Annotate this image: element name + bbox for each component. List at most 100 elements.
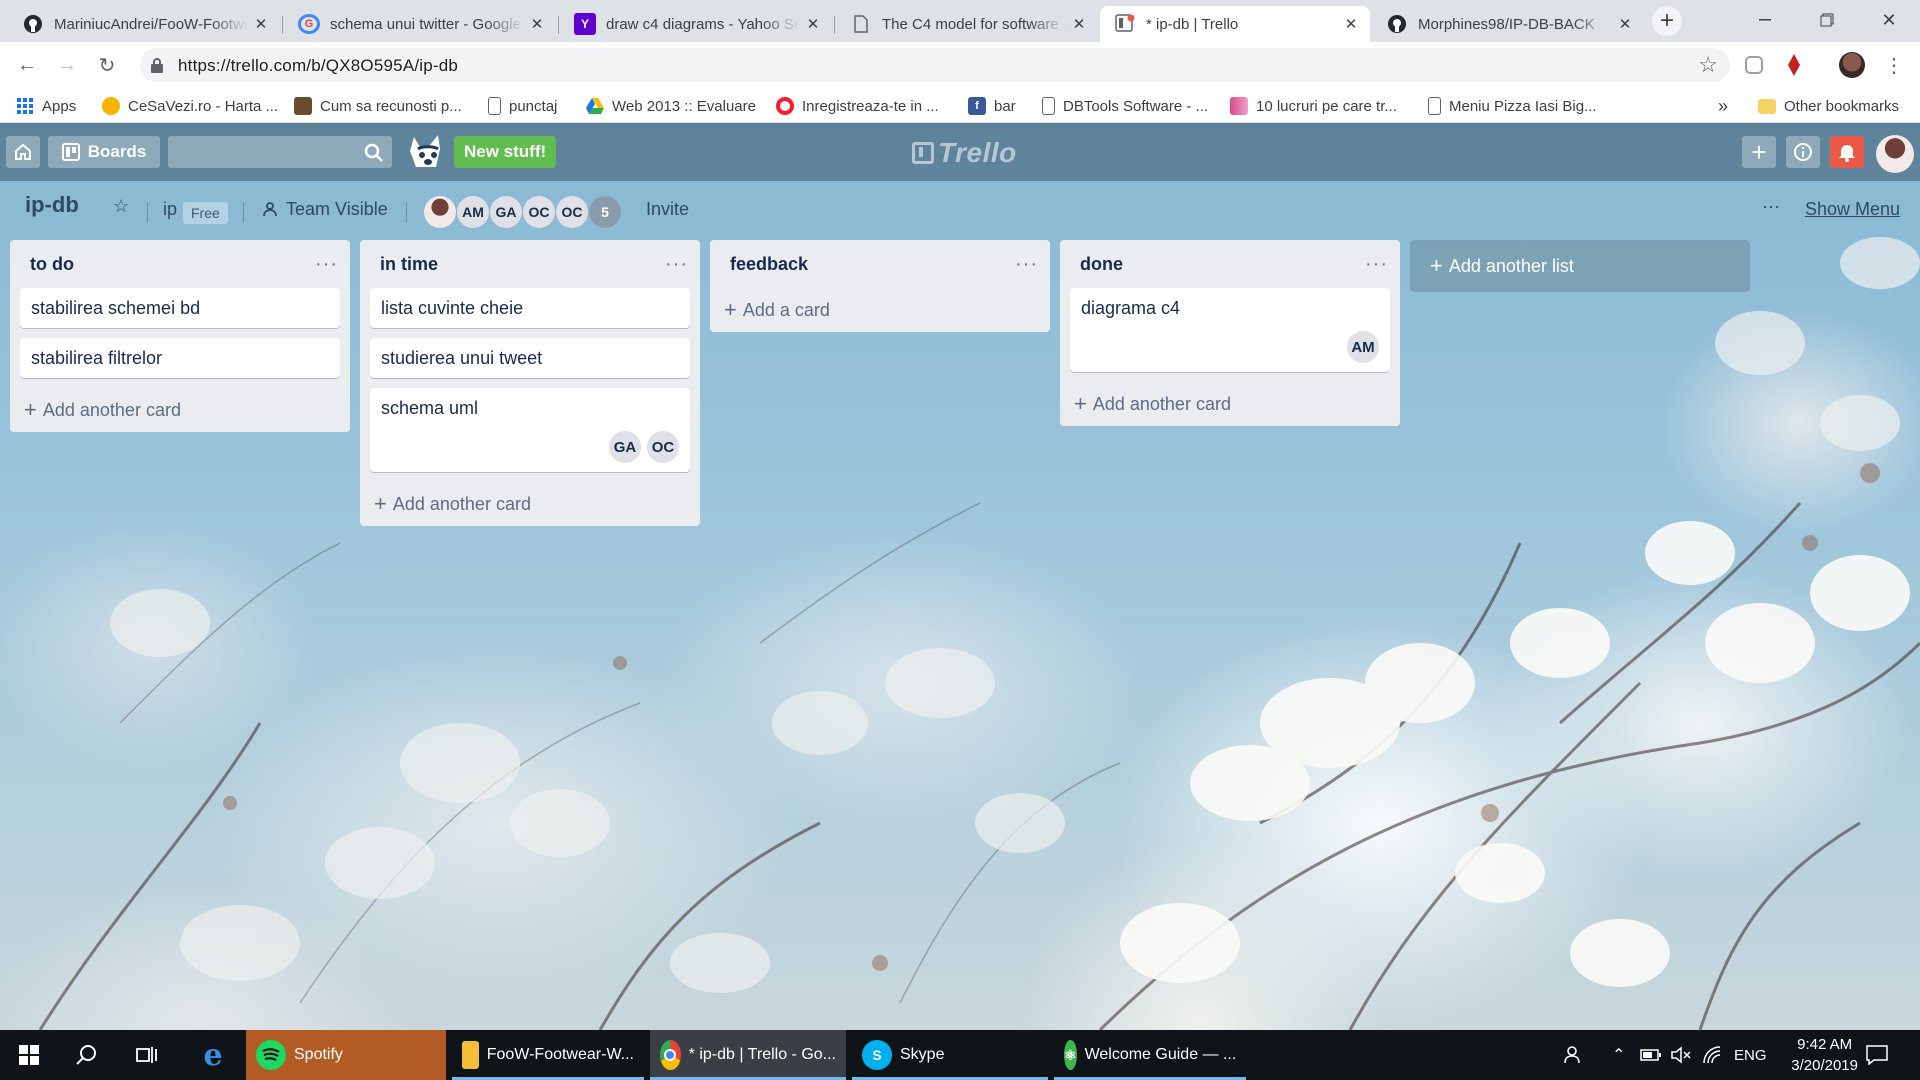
reload-button[interactable]: ↻ <box>93 51 121 79</box>
close-tab-icon[interactable]: ✕ <box>528 15 546 33</box>
more-members-count[interactable]: 5 <box>589 196 621 228</box>
list-title[interactable]: done <box>1080 254 1123 275</box>
wifi-icon[interactable] <box>1702 1030 1722 1080</box>
bookmark[interactable]: Cum sa recunosti p... <box>294 94 462 118</box>
browser-tab-active[interactable]: * ip-db | Trello ✕ <box>1100 6 1370 42</box>
taskbar-app-chrome[interactable]: * ip-db | Trello - Go... <box>650 1030 846 1080</box>
search-button[interactable] <box>58 1030 116 1080</box>
card[interactable]: stabilirea filtrelor <box>20 338 340 378</box>
close-tab-icon[interactable]: ✕ <box>252 15 270 33</box>
bookmark[interactable]: Meniu Pizza Iasi Big... <box>1428 94 1597 118</box>
bookmark[interactable]: Web 2013 :: Evaluare <box>586 94 756 118</box>
bookmark-star-icon[interactable]: ☆ <box>1698 52 1718 78</box>
close-tab-icon[interactable]: ✕ <box>1070 15 1088 33</box>
boards-button[interactable]: Boards <box>48 136 160 168</box>
new-tab-button[interactable]: + <box>1652 6 1682 36</box>
card-member-avatar[interactable]: OC <box>647 431 679 463</box>
minimize-button[interactable] <box>1734 0 1796 40</box>
browser-tab[interactable]: Morphines98/IP-DB-BACK ✕ <box>1372 6 1644 42</box>
notifications-button[interactable] <box>1830 136 1864 168</box>
list-menu-icon[interactable]: ··· <box>1365 254 1388 274</box>
taskbar-app-explorer[interactable]: FooW-Footwear-W... <box>452 1030 644 1080</box>
list-title[interactable]: feedback <box>730 254 808 275</box>
task-view-button[interactable] <box>118 1030 176 1080</box>
bookmark[interactable]: 10 lucruri pe care tr... <box>1230 94 1397 118</box>
trello-logo[interactable]: Trello <box>912 137 1017 169</box>
other-bookmarks[interactable]: Other bookmarks <box>1758 94 1899 118</box>
member-avatar[interactable]: GA <box>490 196 522 228</box>
home-button[interactable] <box>6 136 40 168</box>
member-avatar[interactable]: OC <box>556 196 588 228</box>
forward-button[interactable]: → <box>53 51 81 79</box>
card[interactable]: schema uml GA OC <box>370 388 690 472</box>
browser-tab[interactable]: MariniucAndrei/FooW-Footwear ✕ <box>8 6 280 42</box>
restore-button[interactable] <box>1796 0 1858 40</box>
bookmark[interactable]: CeSaVezi.ro - Harta ... <box>102 94 278 118</box>
bookmark[interactable]: punctaj <box>488 94 557 118</box>
battery-icon[interactable] <box>1640 1030 1662 1080</box>
close-tab-icon[interactable]: ✕ <box>804 15 822 33</box>
list-menu-icon[interactable]: ··· <box>665 254 688 274</box>
bookmark[interactable]: f bar <box>968 94 1016 118</box>
more-icon[interactable]: ··· <box>1762 196 1780 217</box>
invite-button[interactable]: Invite <box>646 199 689 220</box>
people-icon[interactable] <box>1564 1030 1584 1080</box>
close-tab-icon[interactable]: ✕ <box>1342 15 1360 33</box>
browser-tab[interactable]: G schema unui twitter - Google Search ✕ <box>284 6 556 42</box>
taskbar-app-spotify[interactable]: Spotify <box>246 1030 446 1080</box>
close-tab-icon[interactable]: ✕ <box>1616 15 1634 33</box>
card[interactable]: diagrama c4 AM <box>1070 288 1390 372</box>
card-member-avatar[interactable]: AM <box>1347 331 1379 363</box>
add-card-button[interactable]: + Add a card <box>710 288 1050 332</box>
new-stuff-button[interactable]: New stuff! <box>454 136 557 168</box>
member-avatar[interactable] <box>424 196 456 228</box>
taskbar-app-atom[interactable]: ⚛ Welcome Guide — ... <box>1054 1030 1246 1080</box>
create-button[interactable]: + <box>1742 136 1776 168</box>
member-avatar[interactable]: AM <box>457 196 489 228</box>
add-card-button[interactable]: + Add another card <box>10 388 350 432</box>
show-menu-button[interactable]: Show Menu <box>1805 199 1900 220</box>
bookmark[interactable]: Inregistreaza-te in ... <box>776 94 939 118</box>
card[interactable]: studierea unui tweet <box>370 338 690 378</box>
chrome-menu-icon[interactable]: ⋮ <box>1880 51 1908 79</box>
add-card-button[interactable]: + Add another card <box>360 482 700 526</box>
card[interactable]: lista cuvinte cheie <box>370 288 690 328</box>
star-board-icon[interactable]: ☆ <box>113 196 129 217</box>
bookmarks-overflow-button[interactable]: » <box>1718 94 1728 118</box>
info-button[interactable] <box>1786 136 1820 168</box>
add-list-button[interactable]: + Add another list <box>1410 240 1750 292</box>
taskbar-app-skype[interactable]: S Skype <box>852 1030 1048 1080</box>
language-indicator[interactable]: ENG <box>1734 1030 1767 1080</box>
card-member-avatar[interactable]: GA <box>609 431 641 463</box>
close-window-button[interactable]: ✕ <box>1858 0 1920 40</box>
search-input[interactable] <box>168 136 392 168</box>
bookmark-apps[interactable]: Apps <box>16 94 76 118</box>
list-title[interactable]: to do <box>30 254 74 275</box>
visibility-button[interactable]: Team Visible <box>262 199 388 220</box>
extension-icon[interactable] <box>1780 51 1808 79</box>
tray-chevron-icon[interactable]: ⌃ <box>1612 1030 1625 1080</box>
board-title[interactable]: ip-db <box>25 192 79 218</box>
skype-icon: S <box>862 1040 892 1070</box>
card[interactable]: stabilirea schemei bd <box>20 288 340 328</box>
profile-avatar[interactable] <box>1838 51 1866 79</box>
start-button[interactable] <box>0 1030 58 1080</box>
board-team[interactable]: ip <box>163 199 177 220</box>
list-menu-icon[interactable]: ··· <box>315 254 338 274</box>
volume-muted-icon[interactable] <box>1670 1030 1692 1080</box>
member-avatar[interactable]: OC <box>523 196 555 228</box>
list-menu-icon[interactable]: ··· <box>1015 254 1038 274</box>
edge-button[interactable]: e <box>184 1030 242 1080</box>
user-avatar[interactable] <box>1876 135 1914 173</box>
github-icon <box>22 13 44 35</box>
back-button[interactable]: ← <box>13 51 41 79</box>
list-title[interactable]: in time <box>380 254 438 275</box>
bookmark[interactable]: DBTools Software - ... <box>1042 94 1208 118</box>
browser-tab[interactable]: Y draw c4 diagrams - Yahoo Search ✕ <box>560 6 832 42</box>
add-card-button[interactable]: + Add another card <box>1060 382 1400 426</box>
clock[interactable]: 9:42 AM 3/20/2019 <box>1791 1034 1858 1076</box>
browser-tab[interactable]: The C4 model for software architecture ✕ <box>836 6 1098 42</box>
extension-icon[interactable] <box>1740 51 1768 79</box>
address-bar[interactable]: https://trello.com/b/QX8O595A/ip-db ☆ <box>140 48 1730 82</box>
action-center-icon[interactable] <box>1866 1030 1888 1080</box>
